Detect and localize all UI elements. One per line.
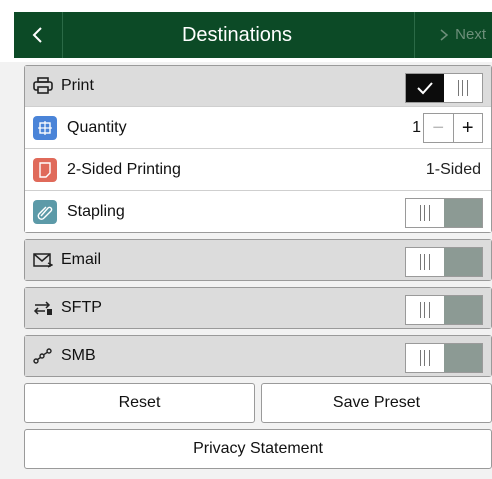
- toggle-off-half: [406, 344, 444, 372]
- sftp-section: SFTP: [24, 287, 492, 329]
- print-toggle[interactable]: [405, 73, 483, 103]
- smb-label: SMB: [61, 347, 96, 364]
- next-button[interactable]: Next: [414, 12, 492, 58]
- staple-icon: [33, 199, 57, 224]
- print-label: Print: [61, 77, 94, 94]
- grip-icon: [420, 350, 430, 366]
- quantity-icon: [33, 115, 57, 140]
- toggle-fill: [444, 248, 482, 276]
- envelope-icon: [33, 253, 53, 268]
- sftp-toggle[interactable]: [405, 295, 483, 325]
- two-sided-label: 2-Sided Printing: [67, 160, 181, 178]
- email-toggle[interactable]: [405, 247, 483, 277]
- quantity-increment-button[interactable]: +: [454, 114, 483, 142]
- duplex-icon: [33, 157, 57, 182]
- print-row[interactable]: Print: [25, 66, 491, 106]
- toggle-fill: [444, 199, 482, 227]
- toggle-off-half: [444, 74, 482, 102]
- quantity-value: 1: [412, 118, 421, 136]
- quantity-label: Quantity: [67, 118, 127, 136]
- toggle-fill: [444, 344, 482, 372]
- grip-icon: [420, 254, 430, 270]
- header: Destinations Next: [0, 0, 492, 62]
- two-sided-value: 1-Sided: [425, 160, 481, 178]
- next-label: Next: [455, 26, 486, 43]
- stapling-row: Stapling: [25, 190, 491, 232]
- grip-icon: [420, 302, 430, 318]
- print-section: Print Quantity 1 − + 2-Sided Printing 1-…: [24, 65, 492, 233]
- quantity-stepper[interactable]: − +: [423, 113, 483, 143]
- grip-icon: [420, 205, 430, 221]
- toggle-fill: [444, 296, 482, 324]
- back-button[interactable]: [14, 12, 63, 58]
- smb-row[interactable]: SMB: [25, 336, 491, 376]
- toggle-on-half: [406, 74, 444, 102]
- email-section: Email: [24, 239, 492, 281]
- check-icon: [417, 82, 433, 95]
- title-bar: Destinations Next: [14, 12, 492, 58]
- smb-section: SMB: [24, 335, 492, 377]
- transfer-icon: [33, 301, 52, 315]
- chevron-left-icon: [32, 27, 42, 43]
- toggle-off-half: [406, 248, 444, 276]
- sftp-label: SFTP: [61, 299, 102, 316]
- stapling-toggle[interactable]: [405, 198, 483, 228]
- email-row[interactable]: Email: [25, 240, 491, 280]
- toggle-off-half: [406, 296, 444, 324]
- page-title: Destinations: [181, 24, 293, 46]
- action-buttons: Reset Save Preset: [24, 383, 492, 423]
- network-icon: [33, 348, 52, 364]
- destinations-panel: Print Quantity 1 − + 2-Sided Printing 1-…: [24, 65, 492, 469]
- save-preset-button[interactable]: Save Preset: [261, 383, 492, 423]
- quantity-decrement-button[interactable]: −: [424, 114, 454, 142]
- reset-button[interactable]: Reset: [24, 383, 255, 423]
- sftp-row[interactable]: SFTP: [25, 288, 491, 328]
- printer-icon: [33, 77, 53, 94]
- quantity-row: Quantity 1 − +: [25, 106, 491, 148]
- chevron-right-icon: [440, 29, 449, 41]
- two-sided-row[interactable]: 2-Sided Printing 1-Sided: [25, 148, 491, 190]
- smb-toggle[interactable]: [405, 343, 483, 373]
- privacy-statement-button[interactable]: Privacy Statement: [24, 429, 492, 469]
- grip-icon: [458, 80, 468, 96]
- email-label: Email: [61, 251, 102, 268]
- toggle-off-half: [406, 199, 444, 227]
- stapling-label: Stapling: [67, 202, 125, 220]
